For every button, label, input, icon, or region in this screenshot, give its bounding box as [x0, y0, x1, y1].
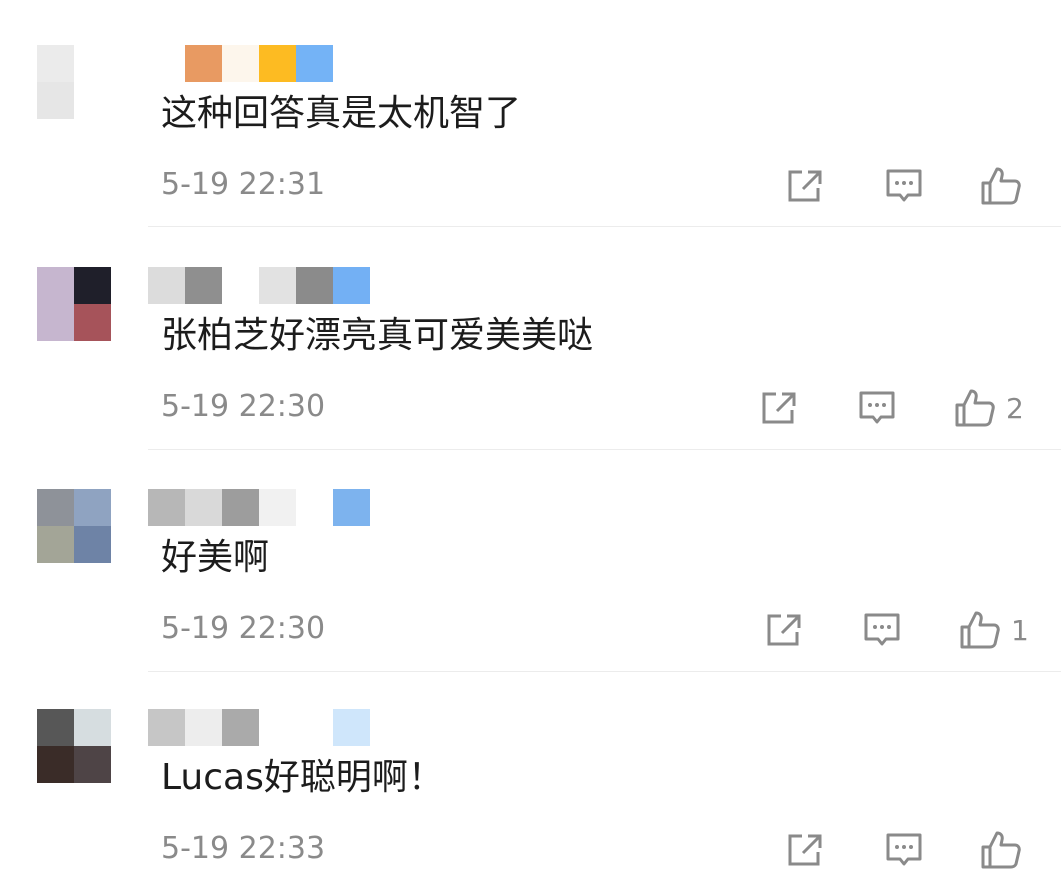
username-mosaic-block — [259, 267, 296, 304]
username-mosaic-block — [148, 709, 185, 746]
username-mosaic-block — [185, 267, 222, 304]
share-button[interactable] — [765, 605, 803, 655]
thumbs-up-icon — [981, 167, 1021, 205]
username[interactable] — [148, 267, 370, 304]
username-mosaic-block — [222, 489, 259, 526]
avatar-cell — [74, 304, 111, 341]
username-mosaic-block — [185, 489, 222, 526]
like-button[interactable]: 1 — [959, 605, 1029, 655]
comment-icon — [859, 391, 895, 424]
comment-text: 这种回答真是太机智了 — [161, 93, 522, 134]
avatar[interactable] — [37, 267, 111, 341]
reply-button[interactable] — [863, 605, 901, 655]
avatar-cell — [37, 82, 74, 119]
username-mosaic-block — [333, 489, 370, 526]
avatar-cell — [37, 746, 74, 783]
username-mosaic-block — [333, 709, 370, 746]
username-mosaic-block — [185, 709, 222, 746]
comment-time: 5-19 22:30 — [161, 389, 326, 424]
avatar-cell — [37, 267, 74, 304]
reply-button[interactable] — [858, 383, 896, 433]
share-button[interactable] — [786, 825, 824, 875]
avatar-cell — [37, 526, 74, 563]
reply-button[interactable] — [885, 825, 923, 875]
comment-icon — [864, 613, 900, 646]
thumbs-up-icon — [955, 389, 995, 427]
like-count: 2 — [1006, 391, 1024, 425]
comment-text: 张柏芝好漂亮真可爱美美哒 — [161, 315, 594, 356]
avatar-cell — [37, 709, 74, 746]
like-count: 1 — [1011, 613, 1029, 647]
username[interactable] — [148, 489, 370, 526]
username-mosaic-block — [296, 489, 333, 526]
share-icon — [762, 392, 796, 424]
avatar-cell — [74, 489, 111, 526]
share-icon — [767, 614, 801, 646]
comment-time: 5-19 22:31 — [161, 167, 326, 202]
username-mosaic-block — [296, 267, 333, 304]
avatar-cell — [74, 45, 111, 82]
username-mosaic-block — [185, 45, 222, 82]
like-button[interactable] — [980, 161, 1032, 211]
like-button[interactable] — [980, 825, 1032, 875]
username-mosaic-block — [259, 489, 296, 526]
avatar-cell — [74, 526, 111, 563]
comment-time: 5-19 22:30 — [161, 611, 326, 646]
username-mosaic-block — [222, 709, 259, 746]
divider — [148, 449, 1061, 450]
username-mosaic-block — [148, 45, 185, 82]
divider — [148, 671, 1061, 672]
avatar[interactable] — [37, 489, 111, 563]
username-mosaic-block — [148, 267, 185, 304]
username-mosaic-block — [259, 709, 296, 746]
share-button[interactable] — [786, 161, 824, 211]
comment-time: 5-19 22:33 — [161, 831, 326, 866]
username-mosaic-block — [296, 45, 333, 82]
comment-text: 好美啊 — [161, 537, 270, 578]
avatar[interactable] — [37, 709, 111, 783]
avatar-cell — [37, 489, 74, 526]
share-icon — [788, 834, 822, 866]
divider — [148, 226, 1061, 227]
username-mosaic-block — [222, 267, 259, 304]
like-button[interactable]: 2 — [954, 383, 1024, 433]
thumbs-up-icon — [960, 611, 1000, 649]
username[interactable] — [148, 45, 333, 82]
share-button[interactable] — [760, 383, 798, 433]
avatar-cell — [74, 709, 111, 746]
thumbs-up-icon — [981, 831, 1021, 869]
username[interactable] — [148, 709, 370, 746]
avatar-cell — [74, 82, 111, 119]
username-mosaic-block — [333, 267, 370, 304]
reply-button[interactable] — [885, 161, 923, 211]
username-mosaic-block — [259, 45, 296, 82]
avatar[interactable] — [37, 45, 111, 119]
avatar-cell — [37, 304, 74, 341]
comment-icon — [886, 833, 922, 866]
username-mosaic-block — [148, 489, 185, 526]
avatar-cell — [74, 746, 111, 783]
username-mosaic-block — [222, 45, 259, 82]
avatar-cell — [37, 45, 74, 82]
avatar-cell — [74, 267, 111, 304]
comment-text: Lucas好聪明啊！ — [161, 757, 444, 798]
share-icon — [788, 170, 822, 202]
username-mosaic-block — [296, 709, 333, 746]
comment-icon — [886, 169, 922, 202]
